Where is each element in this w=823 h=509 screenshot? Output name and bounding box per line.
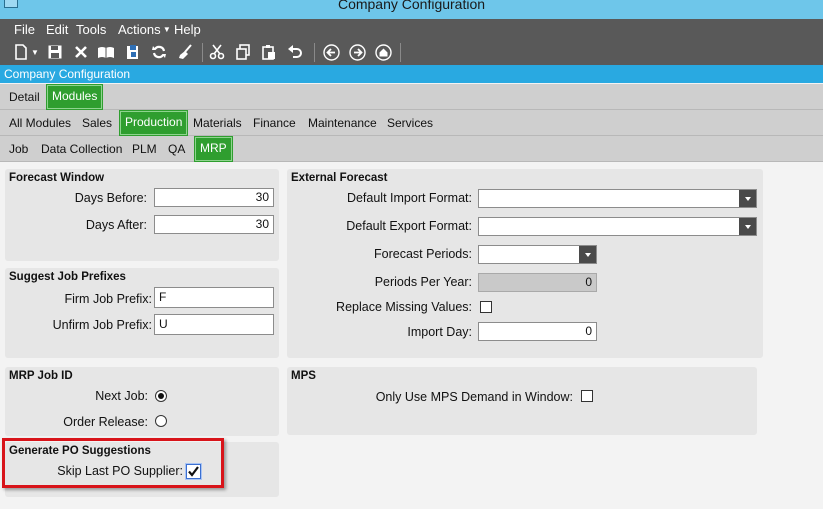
next-job-label: Next Job: [95,389,148,403]
forward-icon[interactable] [348,43,366,61]
panel-title: MRP Job ID [9,370,73,382]
panel-title: MPS [291,370,316,382]
days-before-input[interactable]: 30 [154,188,274,207]
default-import-format-select[interactable] [478,189,757,208]
menu-help[interactable]: Help [174,22,201,37]
delete-icon[interactable] [72,43,90,61]
default-export-format-label: Default Export Format: [346,219,472,233]
unfirm-job-prefix-label: Unfirm Job Prefix: [52,318,152,332]
attach-icon[interactable] [124,43,142,61]
home-icon[interactable] [374,43,392,61]
replace-missing-values-label: Replace Missing Values: [336,300,472,314]
tab-mrp[interactable]: MRP [195,137,232,161]
cut-icon[interactable] [208,43,226,61]
replace-missing-values-checkbox[interactable] [480,301,492,313]
firm-job-prefix-input[interactable]: F [154,287,274,308]
days-after-label: Days After: [85,218,147,232]
form-title: Company Configuration [4,67,131,81]
unfirm-job-prefix-input[interactable]: U [154,314,274,335]
toolbar-separator [202,43,203,62]
forecast-window-panel: Forecast Window Days Before: 30 Days Aft… [5,169,279,261]
menu-tools[interactable]: Tools [76,22,106,37]
import-day-label: Import Day: [407,325,472,339]
forecast-periods-select[interactable] [478,245,597,264]
tab-detail[interactable]: Detail [9,84,40,109]
highlight-box [2,438,224,488]
save-icon[interactable] [46,43,64,61]
menu-actions[interactable]: Actions ▼ [118,22,171,37]
tab-services[interactable]: Services [387,110,433,135]
menu-bar: File Edit Tools Actions ▼ Help [0,19,823,40]
tab-row-main: Detail Modules [0,84,823,110]
tab-finance[interactable]: Finance [253,110,296,135]
import-day-input[interactable]: 0 [478,322,597,341]
order-release-label: Order Release: [63,415,148,429]
chevron-down-icon[interactable] [739,190,756,207]
toolbar-separator [314,43,315,62]
periods-per-year-input: 0 [478,273,597,292]
days-before-label: Days Before: [74,191,147,205]
forecast-periods-label: Forecast Periods: [374,247,472,261]
default-import-format-label: Default Import Format: [346,191,472,205]
tab-sales[interactable]: Sales [82,110,112,135]
periods-per-year-label: Periods Per Year: [374,275,472,289]
tab-qa[interactable]: QA [168,136,185,161]
tab-production[interactable]: Production [120,111,188,135]
tab-row-production: Job Data Collection PLM QA MRP [0,136,823,162]
panel-title: External Forecast [291,172,388,184]
menu-file[interactable]: File [14,22,35,37]
tab-row-modules: All Modules Sales Production Materials F… [0,110,823,136]
tab-modules[interactable]: Modules [47,85,103,109]
only-use-mps-demand-label: Only Use MPS Demand in Window: [375,390,573,404]
open-book-icon[interactable] [97,43,115,61]
menu-actions-label: Actions [118,22,161,37]
mrp-job-id-panel: MRP Job ID Next Job: Order Release: [5,367,279,436]
next-job-radio[interactable] [155,390,167,402]
tab-plm[interactable]: PLM [132,136,157,161]
default-export-format-select[interactable] [478,217,757,236]
order-release-radio[interactable] [155,415,167,427]
tab-maintenance[interactable]: Maintenance [308,110,377,135]
tab-data-collection[interactable]: Data Collection [41,136,122,161]
chevron-down-icon[interactable] [579,246,596,263]
form-title-bar: Company Configuration [0,65,823,83]
title-bar: Company Configuration [0,0,823,19]
chevron-down-icon: ▼ [160,25,171,34]
clear-icon[interactable] [176,43,194,61]
panel-title: Forecast Window [9,172,105,184]
undo-icon[interactable] [286,43,304,61]
menu-edit[interactable]: Edit [46,22,68,37]
toolbar: ▼ [0,40,823,65]
days-after-input[interactable]: 30 [154,215,274,234]
new-icon[interactable] [12,43,30,61]
tab-job[interactable]: Job [9,136,28,161]
external-forecast-panel: External Forecast Default Import Format:… [287,169,763,358]
copy-icon[interactable] [234,43,252,61]
tab-all-modules[interactable]: All Modules [9,110,71,135]
panel-title: Suggest Job Prefixes [9,271,126,283]
mps-panel: MPS Only Use MPS Demand in Window: [287,367,757,435]
toolbar-separator [400,43,401,62]
firm-job-prefix-label: Firm Job Prefix: [64,292,152,306]
only-use-mps-demand-checkbox[interactable] [581,390,593,402]
new-dropdown-icon[interactable]: ▼ [30,43,40,61]
paste-icon[interactable] [260,43,278,61]
window-title: Company Configuration [337,0,486,12]
tab-materials[interactable]: Materials [193,110,242,135]
back-icon[interactable] [322,43,340,61]
chevron-down-icon[interactable] [739,218,756,235]
job-prefixes-panel: Suggest Job Prefixes Firm Job Prefix: F … [5,268,279,358]
refresh-icon[interactable] [150,43,168,61]
